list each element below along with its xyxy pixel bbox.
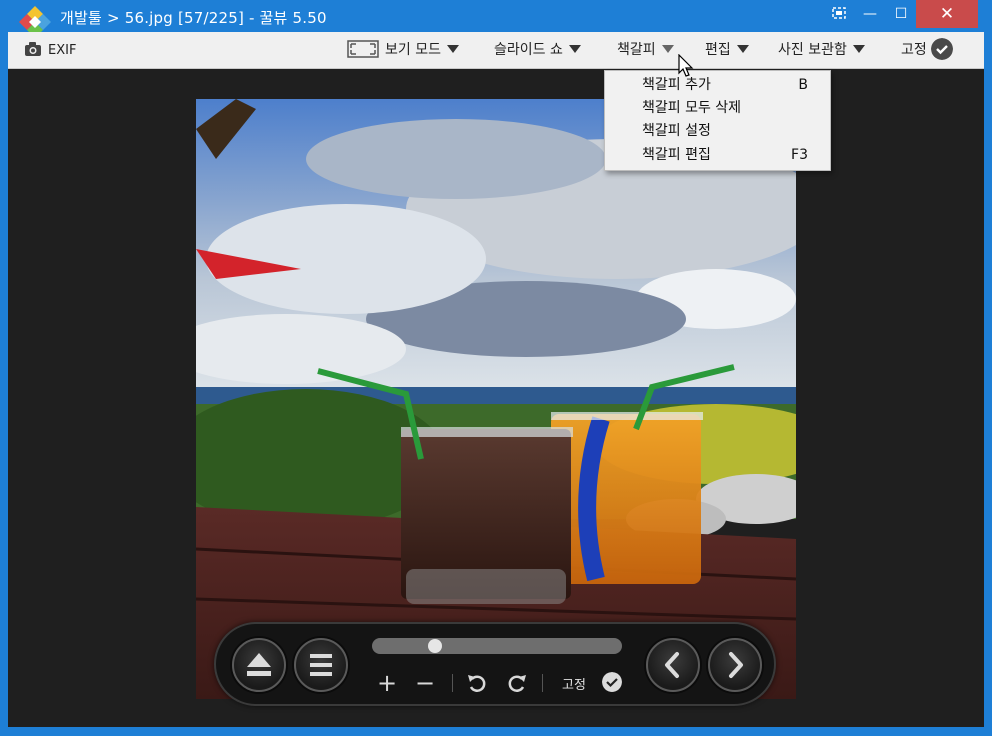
menu-item-label: 책갈피 설정: [642, 123, 711, 139]
bookmark-settings-item[interactable]: 책갈피 설정: [605, 120, 830, 143]
next-image-button[interactable]: [708, 638, 762, 692]
exif-label: EXIF: [48, 43, 77, 58]
check-circle-icon[interactable]: [602, 672, 622, 692]
menu-item-label: 책갈피 추가: [642, 77, 711, 93]
fullscreen-icon: [832, 7, 846, 19]
menu-item-shortcut: F3: [791, 147, 808, 163]
chevron-down-icon: [568, 45, 581, 53]
app-window: 개발툴 > 56.jpg [57/225] - 꿀뷰 5.50 — ☐ ✕ EX…: [0, 0, 992, 736]
photo-storage-label: 사진 보관함: [778, 42, 847, 58]
bookmark-label: 책갈피: [617, 42, 656, 58]
menu-item-label: 책갈피 모두 삭제: [642, 100, 742, 116]
eject-icon: [247, 653, 271, 676]
toolbar-divider: [452, 674, 453, 692]
view-mode-label: 보기 모드: [385, 42, 441, 58]
next-icon: [729, 652, 743, 678]
list-button[interactable]: [294, 638, 348, 692]
bookmark-dropdown: 책갈피 추가 B 책갈피 모두 삭제 책갈피 설정 책갈피 편집 F3: [604, 70, 831, 171]
bookmark-menu[interactable]: 책갈피: [617, 32, 674, 69]
image-position-slider[interactable]: [372, 638, 622, 654]
menu-bar: EXIF 보기 모드 슬라이드 쇼 책갈피 편집 사진 보관함 고정: [8, 32, 984, 69]
slideshow-label: 슬라이드 쇼: [494, 42, 563, 58]
rotate-left-icon: [468, 675, 486, 692]
playback-control-bar: + − 고정: [214, 622, 776, 706]
bookmark-add-item[interactable]: 책갈피 추가 B: [605, 74, 830, 97]
edit-menu[interactable]: 편집: [705, 32, 749, 69]
exif-button[interactable]: EXIF: [24, 32, 76, 69]
bookmark-delete-all-item[interactable]: 책갈피 모두 삭제: [605, 97, 830, 120]
bookmark-edit-item[interactable]: 책갈피 편집 F3: [605, 144, 830, 167]
chevron-down-icon: [852, 45, 865, 53]
check-circle-icon: [930, 38, 953, 60]
photo-storage-menu[interactable]: 사진 보관함: [778, 32, 865, 69]
title-bar[interactable]: 개발툴 > 56.jpg [57/225] - 꿀뷰 5.50 — ☐ ✕: [0, 0, 992, 38]
slider-thumb[interactable]: [428, 639, 442, 653]
rotate-left-button[interactable]: [464, 668, 490, 698]
mouse-cursor-icon: [678, 54, 694, 77]
chevron-down-icon: [446, 45, 459, 53]
zoom-in-button[interactable]: +: [374, 668, 400, 698]
toolbar-divider: [542, 674, 543, 692]
camera-icon: [25, 42, 41, 56]
pin-control-label[interactable]: 고정: [562, 674, 586, 693]
edit-label: 편집: [705, 42, 731, 58]
pin-toggle[interactable]: 고정: [901, 32, 953, 69]
zoom-out-button[interactable]: −: [412, 668, 438, 698]
view-mode-menu[interactable]: 보기 모드: [347, 32, 459, 69]
prev-icon: [665, 652, 679, 678]
fit-screen-icon: [347, 40, 379, 58]
pin-label: 고정: [901, 42, 927, 58]
rotate-right-button[interactable]: [504, 668, 530, 698]
chevron-down-icon: [736, 45, 749, 53]
photo-image[interactable]: [196, 99, 796, 699]
eject-button[interactable]: [232, 638, 286, 692]
slideshow-menu[interactable]: 슬라이드 쇼: [494, 32, 581, 69]
menu-item-shortcut: B: [798, 77, 808, 93]
fullscreen-button[interactable]: [826, 0, 852, 28]
close-button[interactable]: ✕: [916, 0, 978, 28]
window-title: 개발툴 > 56.jpg [57/225] - 꿀뷰 5.50: [60, 9, 327, 27]
chevron-down-icon: [661, 45, 674, 53]
menu-item-label: 책갈피 편집: [642, 147, 711, 163]
list-icon: [310, 654, 332, 676]
previous-image-button[interactable]: [646, 638, 700, 692]
rotate-right-icon: [508, 675, 526, 692]
minimize-button[interactable]: —: [856, 0, 884, 28]
maximize-button[interactable]: ☐: [886, 0, 916, 28]
